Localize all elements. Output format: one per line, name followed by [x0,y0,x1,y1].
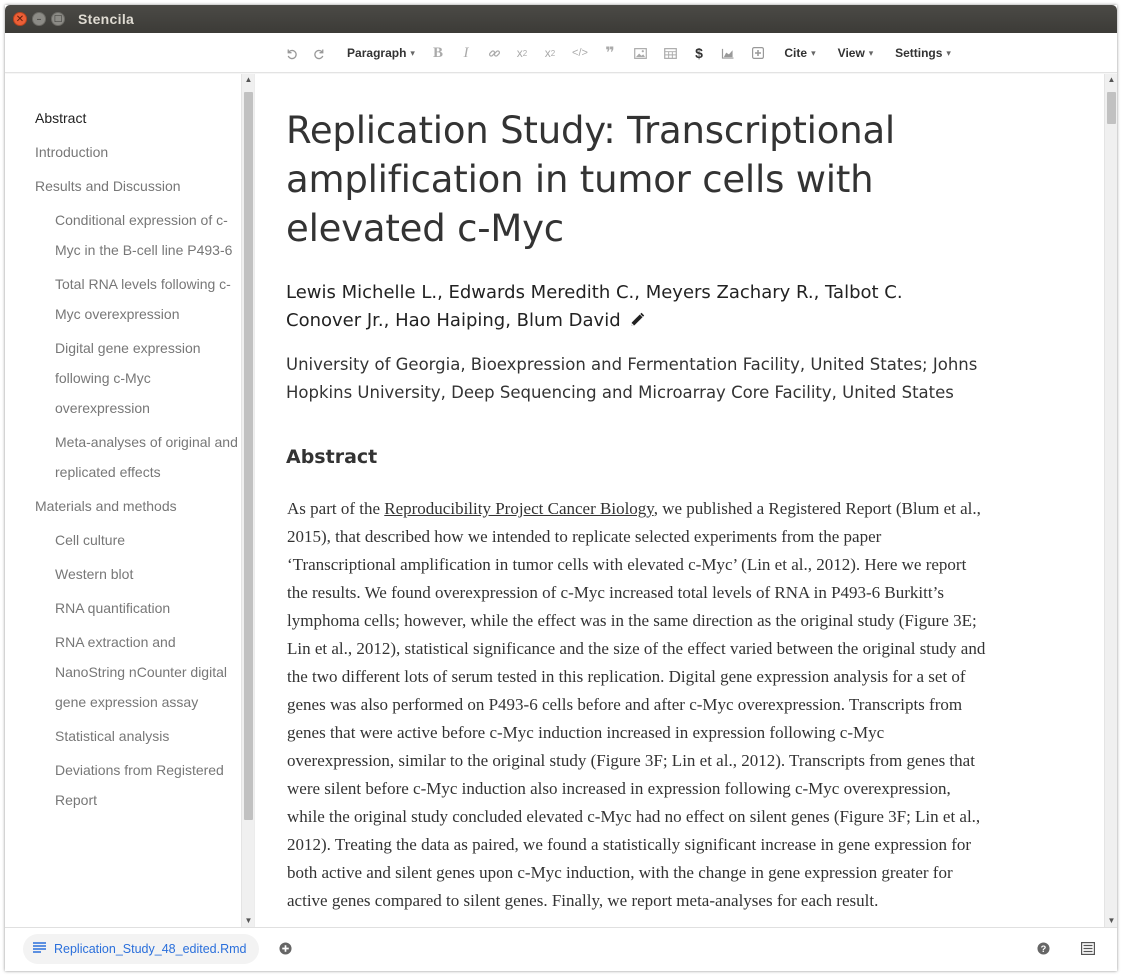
file-tab[interactable]: Replication_Study_48_edited.Rmd [23,934,259,964]
chevron-down-icon: ▾ [811,47,816,58]
redo-icon[interactable] [311,33,327,73]
cite-label: Cite [784,46,808,60]
toc-item[interactable]: Western blot [35,559,240,593]
code-icon[interactable]: </> [572,33,588,73]
cite-dropdown[interactable]: Cite ▾ [780,33,820,73]
pencil-edit-icon[interactable] [629,309,645,337]
view-label: View [837,46,865,60]
panel-list-icon [1081,942,1096,956]
document-editor[interactable]: Replication Study: Transcriptional ampli… [254,74,1104,927]
insert-plus-icon[interactable] [750,33,766,73]
authors-text: Lewis Michelle L., Edwards Meredith C., … [286,282,903,331]
window-close-button[interactable]: ✕ [13,12,27,26]
abstract-heading[interactable]: Abstract [286,446,377,468]
paragraph-label: Paragraph [347,46,407,60]
toc-item[interactable]: Digital gene expression following c-Myc … [35,333,240,427]
italic-icon[interactable]: I [458,33,474,73]
add-document-button[interactable] [279,942,292,960]
title-bar: ✕ – □ Stencila [5,5,1117,33]
editor-toolbar: Paragraph ▾ B I x2 x2 </> ❞ $ Cite ▾ View ▾ [5,33,1117,73]
toc-item[interactable]: Total RNA levels following c-Myc overexp… [35,269,240,333]
chevron-down-icon: ▾ [868,47,874,58]
toc-item[interactable]: Statistical analysis [35,721,240,755]
help-icon: ? [1037,942,1050,955]
toggle-panel-button[interactable] [1081,942,1096,960]
document-scrollbar-thumb[interactable] [1107,92,1116,124]
document-lines-icon [33,940,46,958]
quote-icon[interactable]: ❞ [602,33,618,73]
reproducibility-project-link[interactable]: Reproducibility Project Cancer Biology [384,499,653,518]
document-authors[interactable]: Lewis Michelle L., Edwards Meredith C., … [286,279,976,337]
toc-item[interactable]: Abstract [35,103,240,137]
scroll-down-arrow-icon[interactable]: ▼ [242,915,254,927]
abstract-prefix: As part of the [287,499,385,518]
view-dropdown[interactable]: View ▾ [833,33,878,73]
window-title: Stencila [78,11,135,27]
toc-item[interactable]: Introduction [35,137,240,171]
window-maximize-button[interactable]: □ [51,12,65,26]
window-minimize-button[interactable]: – [32,12,46,26]
toc-item[interactable]: RNA extraction and NanoString nCounter d… [35,627,240,721]
chart-icon[interactable] [720,33,736,73]
toc-item[interactable]: Deviations from Registered Report [35,755,240,819]
chevron-down-icon: ▾ [946,47,951,58]
document-scrollbar[interactable]: ▲ ▼ [1104,74,1117,927]
table-icon[interactable] [662,33,678,73]
paragraph-dropdown[interactable]: Paragraph ▾ [341,33,421,73]
toc-item[interactable]: RNA quantification [35,593,240,627]
toc-item[interactable]: Materials and methods [35,491,240,525]
toc-item[interactable]: Meta-analyses of original and replicated… [35,427,240,491]
settings-dropdown[interactable]: Settings ▾ [891,33,955,73]
bold-icon[interactable]: B [430,33,446,73]
file-name: Replication_Study_48_edited.Rmd [54,942,247,956]
abstract-text: , we published a Registered Report (Blum… [287,499,986,910]
link-icon[interactable] [486,33,502,73]
settings-label: Settings [895,46,943,60]
abstract-paragraph[interactable]: As part of the Reproducibility Project C… [287,495,987,915]
math-dollar-icon[interactable]: $ [691,33,707,73]
toc-item[interactable]: Conditional expression of c-Myc in the B… [35,205,240,269]
document-title[interactable]: Replication Study: Transcriptional ampli… [286,106,986,253]
status-bar: Replication_Study_48_edited.Rmd ? [5,927,1117,971]
table-of-contents: Abstract Introduction Results and Discussi… [35,103,240,819]
toc-item[interactable]: Cell culture [35,525,240,559]
image-icon[interactable] [632,33,648,73]
subscript-icon[interactable]: x2 [514,33,530,73]
document-affiliations[interactable]: University of Georgia, Bioexpression and… [286,351,986,407]
sidebar-scrollbar-thumb[interactable] [244,92,253,820]
chevron-down-icon: ▾ [410,47,415,58]
superscript-icon[interactable]: x2 [542,33,558,73]
scroll-up-arrow-icon[interactable]: ▲ [1105,74,1117,86]
help-button[interactable]: ? [1037,942,1050,960]
svg-text:?: ? [1041,944,1047,954]
plus-circle-icon [279,942,292,955]
app-window: ✕ – □ Stencila Paragraph ▾ B I x2 x2 </> … [5,5,1117,971]
toc-sidebar: Abstract Introduction Results and Discussi… [5,74,254,927]
sidebar-scrollbar[interactable]: ▲ ▼ [241,74,254,927]
scroll-down-arrow-icon[interactable]: ▼ [1105,915,1117,927]
undo-icon[interactable] [283,33,299,73]
scroll-up-arrow-icon[interactable]: ▲ [242,74,254,86]
toc-item[interactable]: Results and Discussion [35,171,240,205]
